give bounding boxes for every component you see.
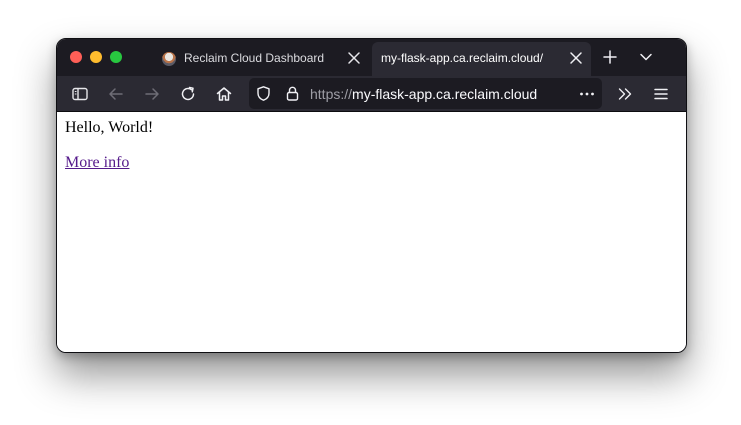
hello-text: Hello, World! [65, 119, 154, 136]
tracking-shield-icon[interactable] [255, 85, 272, 102]
sidebar-icon[interactable] [71, 85, 89, 103]
address-bar[interactable]: https://my-flask-app.ca.reclaim.cloud [249, 78, 602, 109]
lock-icon[interactable] [284, 85, 301, 102]
close-window-button[interactable] [70, 51, 82, 63]
new-tab-icon[interactable] [603, 50, 617, 64]
tab-bar: Reclaim Cloud Dashboard my-flask-app.ca.… [57, 39, 686, 76]
browser-window: Reclaim Cloud Dashboard my-flask-app.ca.… [56, 38, 687, 353]
tab-reclaim-dashboard[interactable]: Reclaim Cloud Dashboard [153, 42, 369, 76]
list-all-tabs-icon[interactable] [639, 50, 653, 64]
forward-icon[interactable] [143, 85, 161, 103]
minimize-window-button[interactable] [90, 51, 102, 63]
zoom-window-button[interactable] [110, 51, 122, 63]
tab-title: my-flask-app.ca.reclaim.cloud/ [381, 51, 544, 65]
close-tab-icon[interactable] [569, 51, 583, 65]
url-scheme: https:// [310, 86, 353, 102]
tab-flask-app[interactable]: my-flask-app.ca.reclaim.cloud/ [372, 42, 591, 76]
home-icon[interactable] [215, 85, 233, 103]
url-host: my-flask-app.ca.reclaim.cloud [352, 86, 538, 102]
overflow-icon[interactable] [616, 85, 634, 103]
more-info-link[interactable]: More info [65, 154, 129, 172]
url-text[interactable]: https://my-flask-app.ca.reclaim.cloud [310, 86, 537, 102]
menu-icon[interactable] [652, 85, 670, 103]
navigation-toolbar: https://my-flask-app.ca.reclaim.cloud [57, 76, 686, 112]
reload-icon[interactable] [179, 85, 197, 103]
close-tab-icon[interactable] [347, 51, 361, 65]
page-actions-icon[interactable] [578, 85, 596, 103]
back-icon[interactable] [107, 85, 125, 103]
page-content: Hello, World! More info [57, 112, 686, 352]
tab-title: Reclaim Cloud Dashboard [184, 51, 325, 65]
reclaim-cloud-favicon-icon [162, 52, 176, 66]
